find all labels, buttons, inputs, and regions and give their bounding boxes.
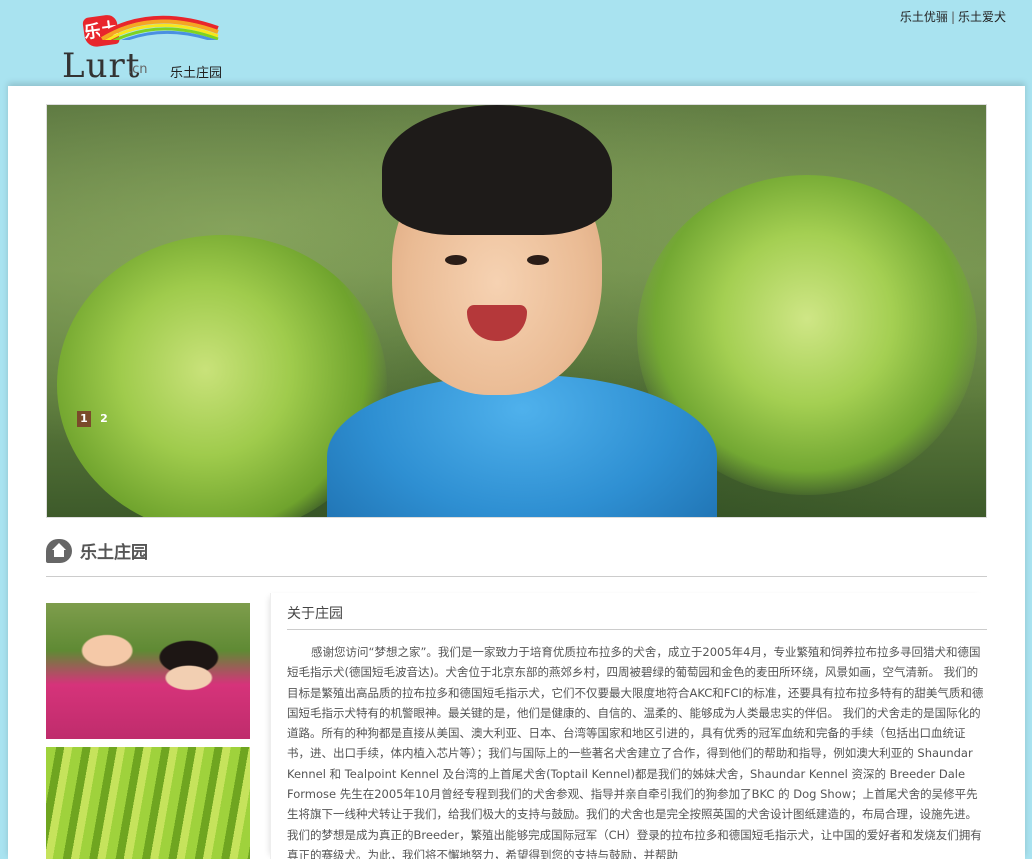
child-eye-right bbox=[527, 255, 549, 265]
section-heading: 乐土庄园 bbox=[46, 538, 148, 563]
slide-dot-1[interactable]: 1 bbox=[77, 411, 91, 427]
link-leto-youli[interactable]: 乐土优骊 bbox=[900, 10, 948, 24]
rainbow-icon bbox=[100, 15, 219, 40]
article-title: 关于庄园 bbox=[287, 603, 987, 630]
child-eye-left bbox=[445, 255, 467, 265]
section-title: 乐土庄园 bbox=[80, 543, 148, 563]
top-links: 乐土优骊 | 乐土爱犬 bbox=[900, 8, 1006, 25]
logo-subtitle: 乐土庄园 bbox=[170, 66, 223, 81]
child-shirt-image bbox=[327, 375, 717, 517]
link-separator: | bbox=[950, 10, 955, 24]
section-divider bbox=[46, 576, 987, 577]
article-body: 感谢您访问“梦想之家”。我们是一家致力于培育优质拉布拉多的犬舍，成立于2005年… bbox=[287, 645, 984, 859]
thumbnail-crop-field[interactable] bbox=[46, 747, 250, 859]
logo-domain: .cn bbox=[128, 62, 148, 77]
site-header: 乐土 Lurt .cn 乐土庄园 乐土优骊 | 乐土爱犬 bbox=[0, 0, 1032, 86]
slider-nav: 1 2 bbox=[77, 411, 111, 427]
child-hair-image bbox=[382, 105, 612, 235]
slide-dot-2[interactable]: 2 bbox=[97, 411, 111, 427]
main-page: 1 2 乐土庄园 关于庄园 感谢您访问“梦想之家”。我们是一家致力于培育优质拉布… bbox=[8, 86, 1025, 859]
thumbnail-mother-child[interactable] bbox=[46, 603, 250, 739]
about-article: 关于庄园 感谢您访问“梦想之家”。我们是一家致力于培育优质拉布拉多的犬舍，成立于… bbox=[270, 593, 987, 859]
hero-banner[interactable]: 1 2 bbox=[46, 104, 987, 518]
link-leto-aiquan[interactable]: 乐土爱犬 bbox=[958, 10, 1006, 24]
site-logo[interactable]: 乐土 Lurt .cn 乐土庄园 bbox=[60, 10, 230, 86]
home-icon bbox=[46, 538, 72, 563]
